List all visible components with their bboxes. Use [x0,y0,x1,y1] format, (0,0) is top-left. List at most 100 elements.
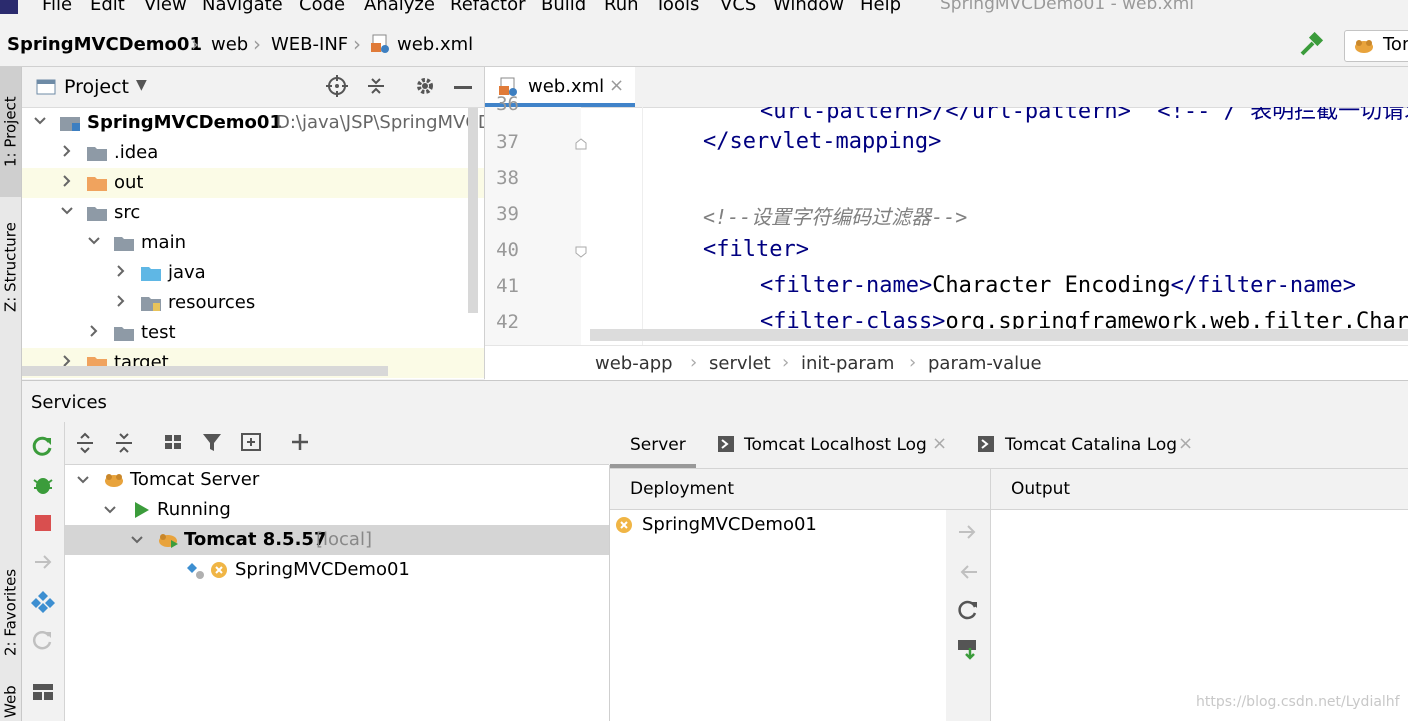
menu-analyze[interactable]: Analyze [364,0,435,15]
tree-item-src[interactable]: src [22,198,484,228]
code-tag: <filter-name> [760,273,933,298]
services-panel-header: Services [22,380,1408,423]
tree-item-resources[interactable]: resources [22,288,484,318]
tree-item-path: D:\java\JSP\SpringMVCDemo01 [276,112,484,133]
update-deploy-icon[interactable] [956,636,980,660]
stop-icon[interactable] [35,515,51,531]
tree-item-label: test [141,322,176,343]
filter-icon[interactable] [201,431,225,455]
menu-window[interactable]: Window [773,0,844,15]
xml-crumb-init-param[interactable]: init-param [801,353,894,374]
chevron-down-icon[interactable] [75,472,91,488]
artifact-icon[interactable] [31,589,55,613]
chevron-down-icon[interactable]: ▼ [136,77,147,93]
tree-item-artifact[interactable]: SpringMVCDemo01 [65,555,609,585]
tree-item-tomcat-server[interactable]: Tomcat Server [65,465,609,495]
rerun-icon[interactable] [31,434,55,458]
tree-item-project-root[interactable]: SpringMVCDemo01 D:\java\JSP\SpringMVCDem… [22,108,484,138]
xml-crumb-servlet[interactable]: servlet [709,353,771,374]
menu-file[interactable]: File [42,0,72,15]
add-service-icon[interactable] [289,431,313,455]
refresh-icon[interactable] [956,598,980,622]
group-by-icon[interactable] [162,431,186,455]
tab-tomcat-catalina-log[interactable]: Tomcat Catalina Log × [976,422,1206,468]
chevron-right-icon[interactable] [59,143,75,159]
xml-file-icon [371,34,391,54]
tree-item-main[interactable]: main [22,228,484,258]
menu-navigate[interactable]: Navigate [202,0,283,15]
tree-item-running[interactable]: Running [65,495,609,525]
close-icon[interactable]: × [609,75,624,96]
build-hammer-icon[interactable] [1298,31,1324,58]
menu-run[interactable]: Run [604,0,639,15]
tab-tomcat-localhost-log[interactable]: Tomcat Localhost Log × [716,422,952,468]
menu-refactor[interactable]: Refactor [450,0,526,15]
project-panel-title[interactable]: Project [64,76,129,98]
menu-view[interactable]: View [144,0,187,15]
chevron-right-icon[interactable] [113,293,129,309]
navigation-bar: SpringMVCDemo01 › web › WEB-INF › web.xm… [0,22,1408,67]
tree-item-test[interactable]: test [22,318,484,348]
deploy-icon[interactable] [31,550,55,574]
breadcrumb-separator: › [253,32,261,56]
tool-tab-web[interactable]: Web [0,682,21,721]
tool-tab-structure[interactable]: Z: Structure [0,207,21,327]
expand-all-icon[interactable] [73,431,97,455]
vertical-scrollbar[interactable] [468,108,478,313]
close-icon[interactable]: × [932,433,947,454]
editor-horizontal-scrollbar[interactable] [590,329,1408,341]
xml-crumb-web-app[interactable]: web-app [595,353,673,374]
chevron-down-icon[interactable] [59,203,75,219]
tab-server[interactable]: Server [610,422,696,468]
tree-item-java[interactable]: java [22,258,484,288]
tree-item-out[interactable]: out [22,168,484,198]
debug-icon[interactable] [31,472,55,496]
menu-build[interactable]: Build [541,0,586,15]
menu-edit[interactable]: Edit [90,0,125,15]
gear-icon[interactable] [414,75,436,97]
tree-item-tomcat-instance[interactable]: Tomcat 8.5.57 [local] [65,525,609,555]
new-group-icon[interactable] [240,431,264,455]
services-tab-bar: Server Tomcat Localhost Log × Tomcat Cat… [610,422,1408,469]
refresh-icon[interactable] [31,628,55,652]
tool-tab-favorites[interactable]: 2: Favorites [0,552,21,672]
tree-item-label: out [114,172,144,193]
menu-tools[interactable]: Tools [655,0,699,15]
breadcrumb-project[interactable]: SpringMVCDemo01 [7,34,202,55]
horizontal-scrollbar[interactable] [22,366,388,376]
minimize-icon[interactable] [454,86,472,89]
menu-code[interactable]: Code [299,0,345,15]
deploy-icon[interactable] [956,520,980,544]
tree-item-label: Tomcat 8.5.57 [184,529,327,550]
code-line: <filter-name>Character Encoding</filter-… [760,273,1356,298]
menu-vcs[interactable]: VCS [720,0,756,15]
project-view-icon [36,79,56,95]
chevron-right-icon[interactable] [86,323,102,339]
tool-tab-project[interactable]: 1: Project [0,67,21,197]
folder-icon [114,325,134,341]
deployment-item[interactable]: SpringMVCDemo01 [610,510,946,540]
tree-item-label: Tomcat Server [130,469,260,490]
chevron-down-icon[interactable] [32,113,48,129]
console-icon [718,436,734,452]
xml-crumb-param-value[interactable]: param-value [928,353,1042,374]
tree-item-idea[interactable]: .idea [22,138,484,168]
collapse-all-icon[interactable] [112,431,136,455]
breadcrumb-web-inf[interactable]: WEB-INF [271,34,348,55]
collapse-all-icon[interactable] [365,75,387,97]
menu-help[interactable]: Help [860,0,901,15]
code-area[interactable]: <url-pattern>/</url-pattern> <!-- / 表明拦截… [485,107,1408,345]
close-icon[interactable]: × [1178,433,1193,454]
locate-icon[interactable] [326,75,348,97]
chevron-down-icon[interactable] [129,532,145,548]
chevron-right-icon[interactable] [59,173,75,189]
code-tag: </filter-name> [1170,273,1357,298]
run-config-selector[interactable]: Tomcat [1344,30,1408,62]
undeploy-icon[interactable] [956,560,980,584]
layout-icon[interactable] [31,680,55,704]
chevron-down-icon[interactable] [86,233,102,249]
breadcrumb-web-xml[interactable]: web.xml [397,34,473,55]
chevron-right-icon[interactable] [113,263,129,279]
breadcrumb-web[interactable]: web [211,34,248,55]
chevron-down-icon[interactable] [102,502,118,518]
